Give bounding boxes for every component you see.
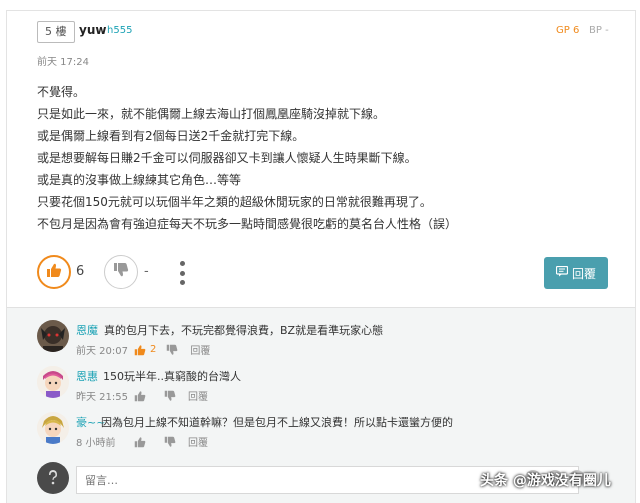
reply-label: 回覆: [571, 266, 596, 281]
comment-time: 昨天 21:55: [76, 392, 128, 403]
comment-reply-link[interactable]: 回覆: [188, 434, 208, 449]
comment-item: 豪~~ 因為包月上線不知道幹嘛？但是包月不上線又浪費！所以點卡還蠻方便的 8 小…: [7, 406, 635, 452]
thumbs-down-icon[interactable]: [162, 389, 178, 403]
more-dot-icon: [179, 270, 185, 276]
user-avatar-icon: [37, 462, 69, 494]
comment-reply-link[interactable]: 回覆: [188, 388, 208, 403]
post-line: 或是想要解每日賺2千金可以伺服器卻又卡到讓人懷疑人生時果斷下線。: [37, 151, 417, 165]
thumbs-down-icon[interactable]: [162, 435, 178, 449]
comment-meta: 8 小時前 回覆: [76, 434, 208, 449]
comment-meta: 昨天 21:55 回覆: [76, 388, 208, 403]
comment-like-count: 2: [150, 344, 157, 355]
avatar[interactable]: [37, 412, 69, 444]
post-line: 或是偶爾上線看到有2個每日送2千金就打完下線。: [37, 129, 305, 143]
author-name[interactable]: yuw: [79, 23, 106, 37]
more-options-button[interactable]: [175, 257, 189, 289]
comment-author[interactable]: 恩惠: [76, 368, 98, 384]
comment-item: 恩魔 真的包月下去，不玩完都覺得浪費，BZ就是看準玩家心態 前天 20:07 2…: [7, 314, 635, 360]
avatar[interactable]: [37, 366, 69, 398]
reply-button[interactable]: 回覆: [544, 257, 608, 289]
post-body: 不覺得。 只是如此一來，就不能偶爾上線去海山打個鳳凰座騎沒掉就下線。 或是偶爾上…: [37, 81, 627, 235]
watermark: 头条 @游戏没有圈儿: [480, 473, 611, 489]
gp-score: GP 6: [556, 25, 580, 36]
comment-time: 8 小時前: [76, 438, 116, 449]
dislike-button[interactable]: [104, 255, 138, 289]
comment-time: 前天 20:07: [76, 346, 128, 357]
post-line: 不包月是因為會有強迫症每天不玩多一點時間感覺很吃虧的莫名台人性格（誤）: [37, 217, 458, 231]
thumbs-up-icon[interactable]: [132, 435, 148, 449]
author-id[interactable]: h555: [107, 25, 132, 36]
post-card: 5 樓 yuw h555 GP 6 BP - 前天 17:24 不覺得。 只是如…: [6, 10, 636, 503]
like-button[interactable]: [37, 255, 71, 289]
comment-author[interactable]: 恩魔: [76, 322, 98, 338]
post-line: 只要花個150元就可以玩個半年之類的超級休閒玩家的日常就很難再現了。: [37, 195, 432, 209]
thumbs-down-icon[interactable]: [164, 343, 180, 357]
like-count: 6: [76, 264, 85, 279]
avatar[interactable]: [37, 320, 69, 352]
thumbs-down-icon: [113, 262, 129, 282]
comment-meta: 前天 20:07 2 回覆: [76, 342, 210, 357]
more-dot-icon: [179, 280, 185, 285]
comment-text: 150玩半年..真窮酸的台灣人: [103, 370, 241, 383]
post-line: 只是如此一來，就不能偶爾上線去海山打個鳳凰座騎沒掉就下線。: [37, 107, 386, 121]
comment-text: 因為包月上線不知道幹嘛？但是包月不上線又浪費！所以點卡還蠻方便的: [101, 416, 453, 429]
comment-text: 真的包月下去，不玩完都覺得浪費，BZ就是看準玩家心態: [104, 324, 384, 337]
bp-score: BP -: [589, 25, 609, 36]
comment-item: 恩惠 150玩半年..真窮酸的台灣人 昨天 21:55 回覆: [7, 360, 635, 406]
post-time: 前天 17:24: [37, 57, 89, 68]
post-line: 或是真的沒事做上線練其它角色…等等: [37, 173, 242, 187]
floor-badge: 5 樓: [37, 21, 75, 43]
dislike-count: -: [144, 264, 149, 279]
thumbs-up-icon[interactable]: [132, 343, 148, 357]
thumbs-up-icon[interactable]: [132, 389, 148, 403]
reply-icon: [555, 265, 569, 280]
comment-reply-link[interactable]: 回覆: [190, 342, 210, 357]
post-line: 不覺得。: [37, 85, 86, 99]
more-dot-icon: [179, 261, 185, 266]
thumbs-up-icon: [46, 262, 62, 282]
